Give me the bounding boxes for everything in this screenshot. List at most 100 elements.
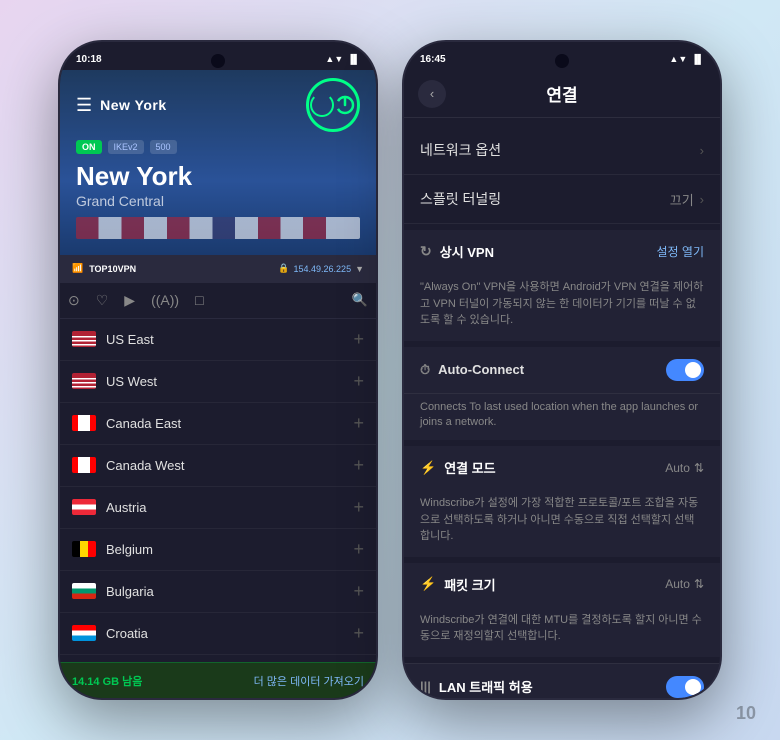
status-icons-2: ▲▼ ▐▌: [669, 54, 704, 64]
auto-connect-section: ⏱ Auto-Connect Connects To last used loc…: [404, 347, 720, 441]
packet-size-label: ⚡ 패킷 크기: [420, 575, 496, 594]
server-item-canada-west[interactable]: Canada West +: [60, 445, 376, 487]
always-on-section: ↻ 상시 VPN 설정 열기 "Always On" VPN을 사용하면 And…: [404, 230, 720, 341]
lock-icon: 🔒: [278, 263, 289, 274]
add-canada-west-icon[interactable]: +: [353, 455, 364, 476]
flag-bulgaria: [72, 583, 96, 599]
filter-tab-latency[interactable]: ((A)): [151, 292, 179, 308]
vpn-top-bar: ☰ New York: [76, 78, 360, 132]
filter-tab-type[interactable]: □: [195, 292, 203, 308]
battery-icon-2: ▐▌: [691, 54, 704, 64]
location-name: New York: [76, 162, 360, 191]
split-tunneling-value: 끄기: [670, 190, 694, 209]
flag-us-west: [72, 373, 96, 389]
filter-tab-recent[interactable]: ▶: [124, 292, 135, 309]
chevron-down-icon: ▼: [355, 264, 364, 274]
filter-tab-all[interactable]: ⊙: [68, 292, 80, 309]
split-tunneling-right: 끄기 ›: [670, 190, 704, 209]
phones-container: 10:18 ▲▼ ▐▌ ☰ New York: [58, 40, 722, 700]
flag-canada-east: [72, 415, 96, 431]
always-on-desc: "Always On" VPN을 사용하면 Android가 VPN 연결을 제…: [404, 273, 720, 341]
packet-size-section: ⚡ 패킷 크기 Auto ⇅ Windscribe가 연결에 대한 MTU를 결…: [404, 563, 720, 657]
server-name-canada-east: Canada East: [106, 416, 343, 431]
server-list: US East + US West + Canada East + Canada…: [60, 319, 376, 662]
refresh-icon: ↻: [420, 243, 432, 260]
settings-content: 네트워크 옵션 › 스플릿 터널링 끄기 ›: [404, 118, 720, 698]
settings-open-button[interactable]: 설정 열기: [657, 243, 705, 260]
network-name: TOP10VPN: [89, 264, 136, 274]
server-name-us-west: US West: [106, 374, 343, 389]
packet-size-text: 패킷 크기: [444, 575, 495, 594]
lan-toggle[interactable]: [666, 676, 704, 698]
auto-connect-row: ⏱ Auto-Connect: [404, 347, 720, 394]
server-item-canada-east[interactable]: Canada East +: [60, 403, 376, 445]
connection-mode-section: ⚡ 연결 모드 Auto ⇅ Windscribe가 설정에 가장 적합한 프로…: [404, 446, 720, 557]
server-name-croatia: Croatia: [106, 626, 343, 641]
timer-icon: ⏱: [420, 362, 430, 378]
flag-croatia: [72, 625, 96, 641]
windscribe-logo: New York: [100, 97, 167, 113]
split-tunneling-row[interactable]: 스플릿 터널링 끄기 ›: [404, 175, 720, 224]
chevron-updown-icon: ⇅: [694, 461, 704, 475]
add-us-west-icon[interactable]: +: [353, 371, 364, 392]
server-item-bulgaria[interactable]: Bulgaria +: [60, 571, 376, 613]
badge-500: 500: [150, 140, 177, 154]
connection-mode-row[interactable]: ⚡ 연결 모드 Auto ⇅: [404, 446, 720, 489]
bolt-icon: ⚡: [420, 460, 436, 476]
back-button[interactable]: ‹: [418, 80, 446, 108]
add-us-east-icon[interactable]: +: [353, 329, 364, 350]
filter-tab-favorites[interactable]: ♡: [96, 292, 109, 309]
always-on-row: ↻ 상시 VPN 설정 열기: [404, 230, 720, 273]
connection-mode-desc: Windscribe가 설정에 가장 적합한 프로토콜/포트 조합을 자동으로 …: [404, 489, 720, 557]
auto-connect-toggle[interactable]: [666, 359, 704, 381]
location-city: Grand Central: [76, 193, 360, 209]
vpn-header: ☰ New York ON IKEv2 500 New York: [60, 70, 376, 255]
hamburger-icon[interactable]: ☰: [76, 95, 92, 116]
search-icon[interactable]: 🔍: [352, 292, 368, 308]
connection-mode-val: Auto: [665, 461, 690, 475]
power-button[interactable]: [306, 78, 360, 132]
wifi-icon: 📶: [72, 263, 83, 274]
add-bulgaria-icon[interactable]: +: [353, 581, 364, 602]
phone-notch: [211, 54, 225, 68]
add-croatia-icon[interactable]: +: [353, 623, 364, 644]
server-item-us-east[interactable]: US East +: [60, 319, 376, 361]
server-name-belgium: Belgium: [106, 542, 343, 557]
server-item-cyprus[interactable]: Cyprus +: [60, 655, 376, 662]
flag-us-east: [72, 331, 96, 347]
watermark: 10: [736, 703, 756, 724]
lan-text: LAN 트래픽 허용: [439, 677, 533, 696]
server-name-us-east: US East: [106, 332, 343, 347]
time-1: 10:18: [76, 54, 102, 65]
bottom-bar: 14.14 GB 남음 더 많은 데이터 가져오기: [60, 662, 376, 698]
signal-icon-1: ▲▼: [325, 54, 343, 64]
add-belgium-icon[interactable]: +: [353, 539, 364, 560]
vpn-badges: ON IKEv2 500: [76, 140, 360, 154]
battery-icon-1: ▐▌: [347, 54, 360, 64]
server-item-belgium[interactable]: Belgium +: [60, 529, 376, 571]
get-more-data-link[interactable]: 더 많은 데이터 가져오기: [254, 673, 364, 689]
packet-icon: ⚡: [420, 576, 436, 592]
ip-info: 154.49.26.225: [294, 264, 352, 274]
lan-icon: |||: [420, 679, 431, 694]
filter-tabs: ⊙ ♡ ▶ ((A)) □ 🔍: [60, 283, 376, 319]
add-canada-east-icon[interactable]: +: [353, 413, 364, 434]
packet-size-desc: Windscribe가 연결에 대한 MTU를 결정하도록 할지 아니면 수동으…: [404, 606, 720, 657]
flag-canada-west: [72, 457, 96, 473]
flag-austria: [72, 499, 96, 515]
phone2-screen: 16:45 ▲▼ ▐▌ ‹ 연결 네트워크 옵션 ›: [404, 42, 720, 698]
status-icons-1: ▲▼ ▐▌: [325, 54, 360, 64]
data-remaining: 14.14 GB 남음: [72, 673, 142, 689]
settings-title: 연결: [546, 81, 577, 106]
network-options-row[interactable]: 네트워크 옵션 ›: [404, 126, 720, 175]
packet-size-value: Auto ⇅: [665, 577, 704, 591]
packet-chevron-icon: ⇅: [694, 577, 704, 591]
packet-size-row[interactable]: ⚡ 패킷 크기 Auto ⇅: [404, 563, 720, 606]
server-item-us-west[interactable]: US West +: [60, 361, 376, 403]
auto-connect-text: Auto-Connect: [438, 362, 524, 377]
server-item-austria[interactable]: Austria +: [60, 487, 376, 529]
auto-connect-label: ⏱ Auto-Connect: [420, 362, 524, 378]
badge-ikev2: IKEv2: [108, 140, 144, 154]
server-item-croatia[interactable]: Croatia +: [60, 613, 376, 655]
add-austria-icon[interactable]: +: [353, 497, 364, 518]
